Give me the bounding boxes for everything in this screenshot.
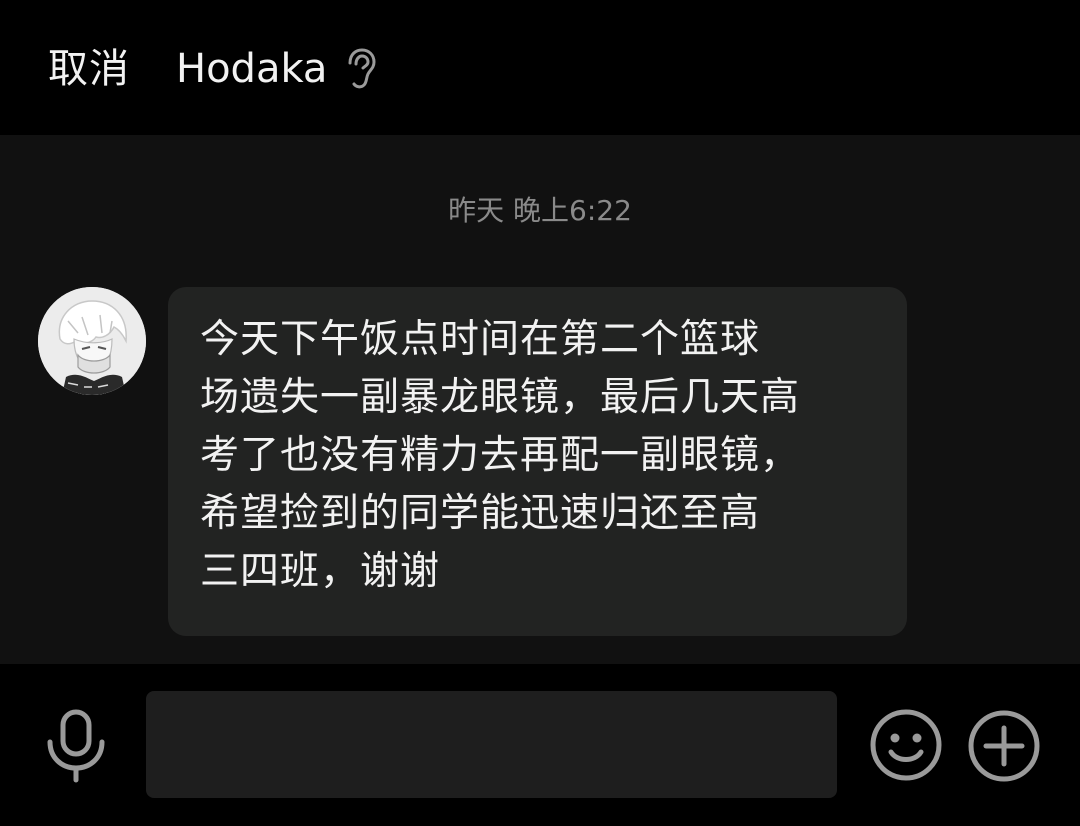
cancel-button[interactable]: 取消 bbox=[48, 44, 130, 94]
message-input[interactable] bbox=[146, 691, 837, 798]
avatar-icon bbox=[38, 287, 146, 395]
input-bar bbox=[0, 664, 1080, 826]
message-line: 场遗失一副暴龙眼镜，最后几天高 bbox=[200, 375, 801, 420]
plus-circle-icon[interactable] bbox=[966, 708, 1042, 784]
message-list[interactable]: 昨天 晚上6:22 今天下午饭点时间在第二个篮球 场遗失一副暴龙眼镜，最后几天高… bbox=[0, 135, 1080, 664]
message-text: 今天下午饭点时间在第二个篮球 场遗失一副暴龙眼镜，最后几天高 考了也没有精力去再… bbox=[200, 311, 877, 601]
message-line: 希望捡到的同学能迅速归还至高 bbox=[200, 491, 761, 536]
ear-icon[interactable] bbox=[344, 48, 380, 90]
message-line: 今天下午饭点时间在第二个篮球 bbox=[200, 317, 761, 362]
chat-screen: 取消 Hodaka 昨天 晚上6:22 今天下午饭点时间在第二个篮球 场遗失一副… bbox=[0, 0, 1080, 826]
contact-name: Hodaka bbox=[176, 46, 328, 92]
message-line: 考了也没有精力去再配一副眼镜， bbox=[200, 433, 801, 478]
message-timestamp: 昨天 晚上6:22 bbox=[448, 194, 632, 227]
message-line: 三四班，谢谢 bbox=[200, 549, 441, 594]
message-bubble[interactable]: 今天下午饭点时间在第二个篮球 场遗失一副暴龙眼镜，最后几天高 考了也没有精力去再… bbox=[168, 287, 907, 636]
microphone-icon[interactable] bbox=[42, 708, 110, 784]
anime-avatar[interactable] bbox=[38, 287, 146, 395]
smiley-icon[interactable] bbox=[869, 708, 943, 782]
header-bar: 取消 Hodaka bbox=[0, 0, 1080, 135]
